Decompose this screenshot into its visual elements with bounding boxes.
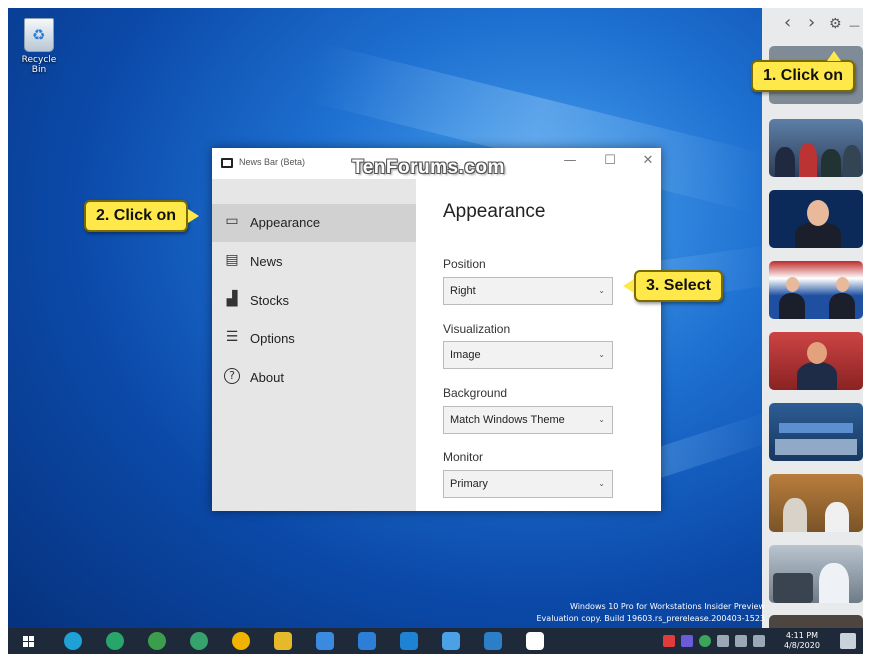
action-center-icon[interactable] [840,633,856,649]
nav-item-label: Options [250,331,295,346]
outlook-icon[interactable] [484,632,502,650]
app-icon-taskbar[interactable] [442,632,460,650]
nav-item-label: Stocks [250,293,290,308]
news-thumbnail[interactable] [769,403,863,461]
chevron-down-icon: ⌄ [598,479,605,488]
nav-item-label: Appearance [250,215,321,230]
newspaper-icon: ▤ [225,252,239,268]
clock-date: 4/8/2020 [784,641,820,650]
news-thumbnail[interactable] [769,545,863,603]
news-thumbnail[interactable] [769,474,863,532]
build-watermark: Windows 10 Pro for Workstations Insider … [537,601,766,625]
close-button[interactable]: ✕ [637,153,659,173]
chrome-icon[interactable] [232,632,250,650]
callout-text: 3. Select [646,277,711,294]
position-value: Right [450,285,476,297]
nav-item-stocks[interactable]: ▟ Stocks [212,282,416,320]
news-bar-settings-window: News Bar (Beta) TenForums.com — ☐ ✕ ▭ Ap… [212,148,661,511]
recycle-bin-shortcut[interactable]: Recycle Bin [14,18,64,75]
nav-item-about[interactable]: ? About [212,359,416,397]
battery-icon[interactable] [717,635,729,647]
nav-item-label: About [250,370,284,385]
appearance-pane: Appearance Position Right ⌄ Visualizatio… [416,179,661,511]
tray-icon[interactable] [663,635,675,647]
monitor-value: Primary [450,478,488,490]
watermark-text: TenForums.com [352,157,505,178]
chevron-down-icon: ⌄ [598,350,605,359]
edge-dev-icon[interactable] [106,632,124,650]
back-button[interactable]: ‹ [784,12,791,33]
news-bar-toolbar: ‹ › ⚙ — [762,8,863,44]
nav-item-options[interactable]: ☰ Options [212,320,416,358]
desktop: Recycle Bin News Bar (Beta) TenForums.co… [8,8,863,654]
callout-text: 2. Click on [96,207,177,224]
clock-time: 4:11 PM [785,631,819,640]
edge-beta-icon[interactable] [148,632,166,650]
recycle-bin-label: Recycle Bin [21,55,57,75]
news-thumbnail[interactable] [769,119,863,177]
position-select[interactable]: Right ⌄ [443,277,613,305]
chevron-down-icon: ⌄ [598,286,605,295]
callout-step-1: 1. Click on [751,51,856,92]
window-title: News Bar (Beta) [239,157,306,167]
question-icon: ? [224,368,240,384]
file-explorer-icon[interactable] [274,632,292,650]
background-select[interactable]: Match Windows Theme ⌄ [443,406,613,434]
minimize-button[interactable]: — [559,153,581,173]
position-label: Position [443,257,486,271]
windows-start-icon[interactable] [20,632,38,650]
page-title: Appearance [443,201,546,222]
news-bar-taskbar-icon[interactable] [526,632,544,650]
callout-pointer [188,209,200,223]
settings-gear-icon[interactable]: ⚙ [829,16,842,32]
panel-minimize-button[interactable]: — [849,19,860,32]
settings-nav: ▭ Appearance ▤ News ▟ Stocks ☰ Options ?… [212,179,416,511]
app-icon [221,158,233,168]
window-titlebar[interactable]: News Bar (Beta) TenForums.com — ☐ ✕ [212,148,661,179]
background-label: Background [443,386,508,400]
callout-step-2: 2. Click on [84,200,200,232]
news-thumbnail[interactable] [769,190,863,248]
tray-icon[interactable] [699,635,711,647]
build-line: Evaluation copy. Build 19603.rs_prerelea… [536,614,766,623]
news-thumbnail[interactable] [769,261,863,319]
callout-pointer [827,51,841,61]
visualization-select[interactable]: Image ⌄ [443,341,613,369]
callout-text: 1. Click on [763,67,844,84]
edge-icon[interactable] [64,632,82,650]
mail-icon[interactable] [358,632,376,650]
volume-icon[interactable] [753,635,765,647]
network-icon[interactable] [735,635,747,647]
monitor-select[interactable]: Primary ⌄ [443,470,613,498]
visualization-value: Image [450,349,481,361]
settings-app-icon[interactable] [316,632,334,650]
sliders-icon: ☰ [225,329,239,345]
nav-item-label: News [250,254,283,269]
monitor-icon: ▭ [225,213,239,229]
taskbar: 4:11 PM 4/8/2020 [8,628,863,654]
nav-item-news[interactable]: ▤ News [212,243,416,281]
monitor-label: Monitor [443,450,484,464]
recycle-bin-icon [24,18,54,52]
build-line: Windows 10 Pro for Workstations Insider … [569,602,765,611]
chevron-down-icon: ⌄ [598,415,605,424]
store-icon[interactable] [400,632,418,650]
maximize-button[interactable]: ☐ [599,153,621,173]
edge-canary-icon[interactable] [190,632,208,650]
news-thumbnail[interactable] [769,332,863,390]
callout-pointer [623,279,634,293]
tray-icon[interactable] [681,635,693,647]
forward-button[interactable]: › [808,12,815,33]
news-bar-panel: ‹ › ⚙ — [762,8,863,654]
callout-step-3: 3. Select [623,270,723,302]
background-value: Match Windows Theme [450,414,565,426]
stocks-chart-icon: ▟ [226,291,238,307]
visualization-label: Visualization [443,322,511,336]
nav-item-appearance[interactable]: ▭ Appearance [212,204,416,242]
tray-clock[interactable]: 4:11 PM 4/8/2020 [784,631,820,651]
